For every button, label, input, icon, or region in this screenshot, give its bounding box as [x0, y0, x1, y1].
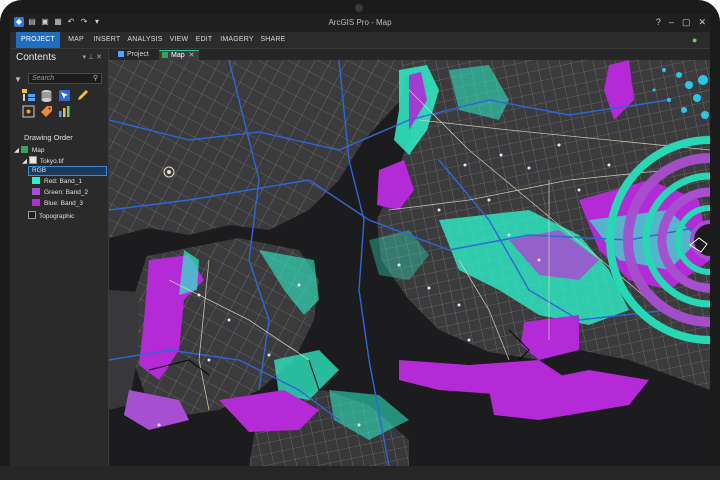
open-project-icon[interactable]: ▣ [40, 17, 50, 27]
tab-map[interactable]: MAP [66, 32, 86, 48]
quick-access-toolbar: ◆ ▤ ▣ ▦ ↶ ↷ ▾ [14, 17, 102, 27]
title-bar: ◆ ▤ ▣ ▦ ↶ ↷ ▾ ArcGIS Pro - Map ? – ▢ ✕ [10, 14, 710, 32]
contents-pane: Contents ▾⊥✕ ▼ Search ⚲ Drawing Order ◢ … [10, 49, 109, 466]
ribbon: PROJECT MAP INSERT ANALYSIS VIEW EDIT IM… [10, 32, 710, 49]
green-band-swatch [32, 188, 40, 195]
tab-imagery[interactable]: IMAGERY [218, 32, 256, 48]
redo-icon[interactable]: ↷ [79, 17, 89, 27]
device-frame: ◆ ▤ ▣ ▦ ↶ ↷ ▾ ArcGIS Pro - Map ? – ▢ ✕ P… [0, 0, 720, 480]
map-icon [20, 146, 28, 153]
tab-project[interactable]: PROJECT [16, 32, 60, 48]
window-title: ArcGIS Pro - Map [328, 18, 392, 27]
tab-map-view[interactable]: Map ✕ [159, 50, 199, 60]
drawing-order-heading: Drawing Order [24, 133, 73, 142]
map-view-icon [162, 52, 168, 58]
list-by-selection-icon[interactable] [58, 89, 71, 102]
list-by-source-icon[interactable] [40, 89, 53, 102]
tree-item-tokyo-layer[interactable]: ◢ Tokyo.tif [22, 156, 64, 166]
tree-item-topographic[interactable]: Topographic [28, 211, 74, 221]
tab-edit[interactable]: EDIT [194, 32, 214, 48]
collapse-arrow-icon[interactable]: ◢ [14, 147, 19, 154]
tab-share[interactable]: SHARE [260, 32, 286, 48]
close-tab-icon[interactable]: ✕ [189, 52, 195, 59]
close-button[interactable]: ✕ [698, 17, 706, 28]
new-project-icon[interactable]: ▤ [27, 17, 37, 27]
list-by-snapping-icon[interactable] [22, 105, 35, 118]
list-by-labeling-icon[interactable] [40, 105, 53, 118]
arcgis-logo-icon: ◆ [14, 17, 24, 27]
list-by-drawing-order-icon[interactable] [22, 89, 35, 102]
landmark-center-icon [167, 170, 171, 174]
search-input[interactable]: Search ⚲ [28, 73, 102, 84]
flood-map-canvas[interactable] [109, 60, 710, 466]
red-band-swatch [32, 177, 40, 184]
project-icon [118, 51, 124, 57]
undo-icon[interactable]: ↶ [66, 17, 76, 27]
list-by-editing-icon[interactable] [76, 89, 89, 102]
map-view[interactable] [109, 60, 710, 466]
window-controls: ? – ▢ ✕ [656, 17, 706, 28]
layer-visibility-checkbox[interactable] [28, 156, 37, 164]
collapse-arrow-icon[interactable]: ◢ [22, 158, 27, 165]
tab-view[interactable]: VIEW [168, 32, 190, 48]
band-green-item: Green: Band_2 [32, 188, 88, 198]
tab-project-view[interactable]: Project [115, 50, 153, 60]
view-tabs: Project Map ✕ [109, 49, 710, 60]
search-icon: ⚲ [92, 75, 98, 82]
filter-icon[interactable]: ▼ [14, 75, 22, 84]
tree-item-map[interactable]: ◢ Map [14, 146, 44, 156]
rgb-composite-row[interactable]: RGB [28, 166, 107, 176]
close-pane-icon[interactable]: ✕ [96, 54, 104, 61]
user-icon[interactable]: ● [692, 35, 702, 45]
tab-insert[interactable]: INSERT [92, 32, 122, 48]
camera-dot [355, 4, 363, 12]
pin-icon[interactable]: ⊥ [88, 54, 96, 61]
band-blue-item: Blue: Band_3 [32, 199, 83, 209]
blue-band-swatch [32, 199, 40, 206]
band-red-item: Red: Band_1 [32, 177, 82, 187]
list-charts-icon[interactable] [58, 105, 71, 118]
tab-analysis[interactable]: ANALYSIS [126, 32, 164, 48]
basemap-visibility-checkbox[interactable] [28, 211, 36, 219]
app-window: ◆ ▤ ▣ ▦ ↶ ↷ ▾ ArcGIS Pro - Map ? – ▢ ✕ P… [10, 14, 710, 466]
device-bezel-bottom [0, 466, 720, 480]
maximize-button[interactable]: ▢ [682, 17, 691, 28]
help-button[interactable]: ? [656, 17, 661, 28]
save-icon[interactable]: ▦ [53, 17, 63, 27]
minimize-button[interactable]: – [669, 17, 674, 28]
contents-title: Contents [16, 52, 57, 63]
customize-toolbar-icon[interactable]: ▾ [92, 17, 102, 27]
